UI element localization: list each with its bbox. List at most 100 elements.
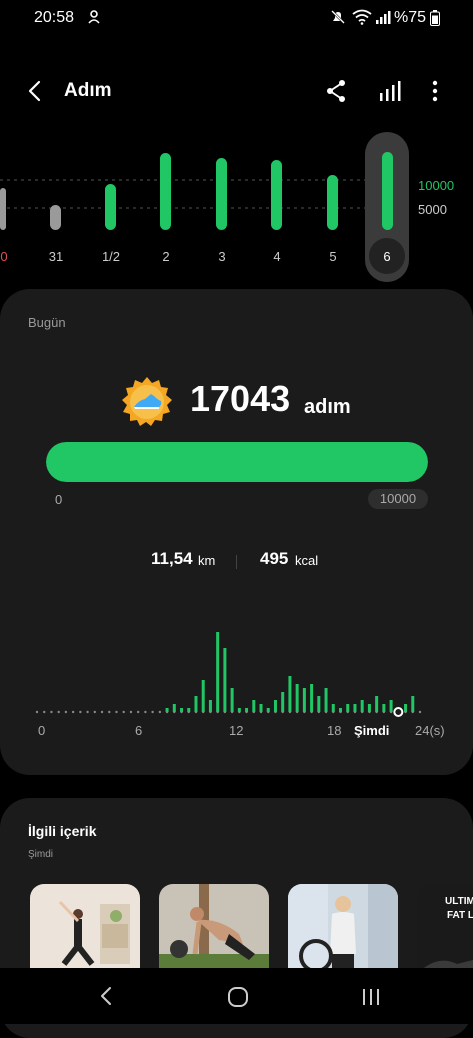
hour-bar — [237, 708, 241, 712]
week-label-3[interactable]: 3 — [202, 249, 242, 264]
week-bar-3[interactable] — [216, 158, 227, 230]
calories-value: 495 — [260, 549, 289, 568]
hour-bar — [172, 704, 176, 712]
hour-bar — [360, 700, 364, 712]
hour-bar — [346, 704, 350, 712]
week-bar-1-2[interactable] — [105, 184, 116, 230]
more-vert-icon[interactable] — [427, 79, 443, 108]
hour-bar — [331, 704, 335, 712]
baseline-dot — [93, 710, 97, 714]
mute-icon — [330, 9, 346, 30]
hour-bar — [288, 676, 292, 712]
baseline-dot — [35, 710, 39, 714]
progress-min-label: 0 — [55, 492, 63, 507]
signal-icon — [375, 9, 391, 30]
baseline-dot — [79, 710, 82, 714]
step-progress-fill — [46, 442, 428, 482]
battery-icon — [430, 10, 440, 31]
thumb4-line1: ULTIM — [445, 896, 473, 907]
progress-goal-badge: 10000 — [368, 489, 428, 509]
stats-divider — [236, 555, 237, 569]
today-label: Bugün — [28, 315, 66, 330]
baseline-dot — [71, 710, 75, 714]
week-bar-6[interactable] — [382, 152, 393, 230]
week-label-5[interactable]: 5 — [313, 249, 353, 264]
hour-bar — [180, 708, 184, 712]
week-label-4[interactable]: 4 — [257, 249, 297, 264]
hour-tick-0: 0 — [38, 723, 46, 738]
distance-value: 11,54 — [151, 549, 193, 568]
week-label-31[interactable]: 31 — [36, 249, 76, 264]
baseline-dot — [43, 710, 46, 714]
system-nav-bar — [0, 968, 473, 1024]
baseline-dot — [129, 710, 133, 714]
steps-count: 17043 — [190, 378, 291, 419]
hour-bar — [389, 700, 393, 712]
thumb4-line2: FAT L — [447, 910, 473, 921]
hour-bar — [223, 648, 227, 712]
hour-tick-12: 12 — [229, 723, 244, 738]
status-time: 20:58 — [34, 9, 75, 26]
back-arrow-icon[interactable] — [26, 79, 44, 108]
hour-bar — [367, 704, 371, 712]
hour-bar — [230, 688, 234, 712]
notification-icon — [87, 9, 101, 30]
calories-unit: kcal — [295, 553, 319, 568]
week-label-0[interactable]: 0 — [0, 249, 24, 264]
baseline-dot — [100, 710, 104, 714]
share-icon[interactable] — [325, 79, 347, 108]
week-bar-0[interactable] — [0, 188, 6, 230]
baseline-dot — [151, 710, 154, 714]
hour-bar — [208, 700, 212, 712]
related-subtitle: Şimdi — [28, 849, 54, 860]
nav-back-icon[interactable] — [98, 986, 114, 1011]
hour-tick-now: Şimdi — [354, 723, 390, 738]
hour-bar — [245, 708, 249, 712]
hour-bar — [259, 704, 263, 712]
week-bar-4[interactable] — [271, 160, 282, 230]
baseline-dot — [64, 710, 68, 714]
hour-bar — [165, 708, 169, 712]
step-progress-bar — [46, 442, 428, 482]
week-label-1-2[interactable]: 1/2 — [91, 249, 131, 264]
bar-chart-icon[interactable] — [378, 79, 402, 108]
hour-bar — [295, 684, 299, 712]
week-label-2[interactable]: 2 — [146, 249, 186, 264]
app-bar: Adım — [0, 70, 473, 112]
weekly-step-chart — [0, 128, 473, 288]
distance-unit: km — [198, 553, 216, 568]
baseline-dot — [122, 710, 125, 714]
hour-bar — [339, 708, 343, 712]
shoe-medal-icon — [121, 376, 173, 433]
week-label-6-selected[interactable]: 6 — [367, 249, 407, 264]
week-bar-31[interactable] — [50, 205, 61, 230]
nav-recents-icon[interactable] — [361, 987, 381, 1012]
now-marker — [393, 707, 404, 717]
nav-home-icon[interactable] — [227, 987, 249, 1012]
hour-bar — [353, 704, 357, 712]
page-title: Adım — [64, 80, 112, 101]
wifi-icon — [352, 9, 372, 30]
hour-bar — [317, 696, 321, 712]
hour-bar — [266, 708, 270, 712]
hour-bar — [216, 632, 220, 712]
week-axis-mid: 5000 — [418, 202, 447, 217]
week-bar-2[interactable] — [160, 153, 171, 230]
hour-bar — [273, 700, 277, 712]
baseline-dot — [57, 710, 60, 714]
week-bar-5[interactable] — [327, 175, 338, 230]
hour-bar — [310, 684, 314, 712]
baseline-dot — [158, 710, 162, 714]
baseline-dot — [144, 710, 147, 714]
hour-tick-18: 18 — [327, 723, 342, 738]
status-bar: 20:58 %75 — [0, 0, 473, 36]
hour-bar — [404, 704, 408, 712]
baseline-dot — [86, 710, 89, 714]
baseline-dot — [418, 710, 422, 714]
baseline-dot — [108, 710, 111, 714]
hour-bar — [201, 680, 205, 712]
hour-bar — [187, 708, 191, 712]
hour-tick-6: 6 — [135, 723, 143, 738]
hour-bar — [252, 700, 256, 712]
hour-bar — [375, 696, 379, 712]
